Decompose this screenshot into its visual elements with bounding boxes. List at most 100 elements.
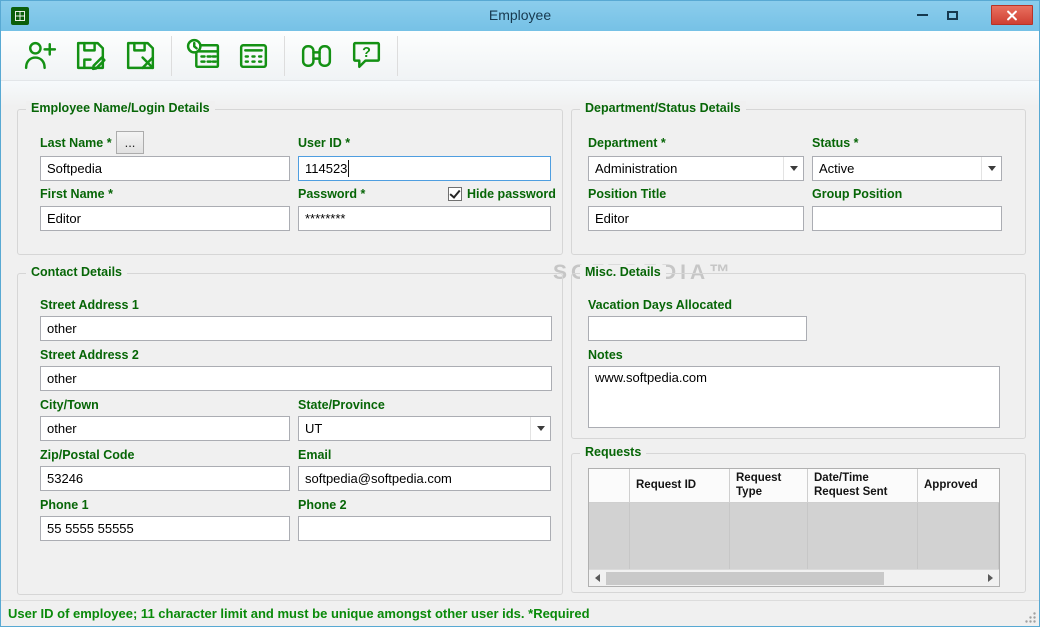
group-position-input[interactable] [812, 206, 1002, 231]
check-mark-icon [449, 187, 461, 199]
street2-label: Street Address 2 [40, 348, 139, 362]
col-header-row-selector [589, 469, 630, 503]
street1-input[interactable] [40, 316, 552, 341]
toolbar-separator [171, 35, 172, 76]
browse-button[interactable]: ... [116, 131, 144, 154]
password-input[interactable] [298, 206, 551, 231]
department-label: Department * [588, 136, 666, 150]
help-button[interactable]: ? [341, 33, 391, 79]
phone1-label: Phone 1 [40, 498, 89, 512]
phone2-input[interactable] [298, 516, 551, 541]
first-name-label: First Name * [40, 187, 113, 201]
group-requests: Requests Request ID Request Type Date/Ti… [571, 445, 1026, 593]
vacation-label: Vacation Days Allocated [588, 298, 733, 312]
position-title-label: Position Title [588, 187, 667, 201]
col-header-request-type[interactable]: Request Type [730, 469, 808, 503]
col-header-approved[interactable]: Approved [918, 469, 999, 503]
scrollbar-thumb[interactable] [606, 571, 884, 585]
triangle-left-icon [595, 574, 600, 582]
find-button[interactable] [291, 33, 341, 79]
group-contact-details: Contact Details Street Address 1 Street … [17, 265, 563, 595]
content-area: SOFTPEDIA™ Employee Name/Login Details L… [1, 81, 1039, 600]
triangle-right-icon [988, 574, 993, 582]
calendar-clock-icon [186, 38, 219, 69]
requests-h-scrollbar[interactable] [589, 569, 999, 586]
hide-password-checkbox[interactable]: Hide password [448, 187, 556, 201]
status-text: User ID of employee; 11 character limit … [8, 606, 590, 621]
maximize-icon [946, 10, 958, 20]
hide-password-label: Hide password [467, 187, 556, 201]
city-label: City/Town [40, 398, 99, 412]
city-input[interactable] [40, 416, 290, 441]
group-department-status: Department/Status Details Department * S… [571, 101, 1026, 255]
phone2-label: Phone 2 [298, 498, 347, 512]
table-empty-col [589, 503, 630, 569]
group-title: Employee Name/Login Details [26, 101, 215, 115]
zip-input[interactable] [40, 466, 290, 491]
titlebar: Employee [1, 1, 1039, 31]
street2-input[interactable] [40, 366, 552, 391]
last-name-input[interactable] [40, 156, 290, 181]
window-title: Employee [488, 7, 552, 23]
minimize-button[interactable] [907, 5, 937, 25]
group-title: Contact Details [26, 265, 127, 279]
notes-label: Notes [588, 348, 623, 362]
schedule-button[interactable] [178, 33, 228, 79]
position-title-input[interactable] [588, 206, 804, 231]
chevron-down-icon [981, 157, 1001, 180]
phone1-input[interactable] [40, 516, 290, 541]
first-name-input[interactable] [40, 206, 290, 231]
svg-text:?: ? [362, 45, 371, 61]
table-empty-col [730, 503, 808, 569]
zip-label: Zip/Postal Code [40, 448, 135, 462]
text-caret [348, 160, 349, 177]
user-id-label: User ID * [298, 136, 351, 150]
status-bar: User ID of employee; 11 character limit … [1, 600, 1039, 626]
save-delete-icon [126, 41, 154, 70]
calculator-button[interactable] [228, 33, 278, 79]
table-empty-col [630, 503, 730, 569]
status-selected-value: Active [819, 161, 855, 176]
user-id-input[interactable] [298, 156, 551, 181]
status-label: Status * [812, 136, 859, 150]
toolbar-separator [397, 35, 398, 76]
col-header-request-id[interactable]: Request ID [630, 469, 730, 503]
group-title: Misc. Details [580, 265, 666, 279]
street1-label: Street Address 1 [40, 298, 139, 312]
save-employee-button[interactable] [65, 33, 115, 79]
caption-buttons [907, 5, 1033, 25]
employee-window: Employee ? Employee Name/Login Details L… [0, 0, 1040, 627]
add-employee-button[interactable] [15, 33, 65, 79]
binoculars-icon [301, 45, 331, 68]
email-input[interactable] [298, 466, 551, 491]
close-button[interactable] [991, 5, 1033, 25]
delete-employee-button[interactable] [115, 33, 165, 79]
state-label: State/Province [298, 398, 385, 412]
checkbox-checked-icon [448, 187, 462, 201]
requests-table-body [589, 503, 999, 569]
password-label: Password * [298, 187, 366, 201]
table-empty-col [808, 503, 918, 569]
calculator-icon [239, 43, 267, 69]
col-header-date-time[interactable]: Date/Time Request Sent [808, 469, 918, 503]
resize-grip[interactable] [1024, 611, 1037, 624]
minimize-icon [916, 14, 928, 16]
state-select[interactable]: UT [298, 416, 551, 441]
email-label: Email [298, 448, 332, 462]
status-select[interactable]: Active [812, 156, 1002, 181]
save-edit-icon [76, 41, 106, 71]
requests-table: Request ID Request Type Date/Time Reques… [588, 468, 1000, 587]
scroll-left-arrow[interactable] [589, 570, 606, 587]
scroll-right-arrow[interactable] [982, 570, 999, 587]
vacation-input[interactable] [588, 316, 807, 341]
group-login-details: Employee Name/Login Details Last Name * … [17, 101, 563, 255]
department-select[interactable]: Administration [588, 156, 804, 181]
person-plus-icon [24, 41, 56, 70]
close-icon [1006, 9, 1019, 22]
group-title: Department/Status Details [580, 101, 746, 115]
help-bubble-icon: ? [352, 41, 380, 69]
toolbar-separator [284, 35, 285, 76]
maximize-button[interactable] [937, 5, 967, 25]
chevron-down-icon [783, 157, 803, 180]
notes-textarea[interactable]: www.softpedia.com [588, 366, 1000, 428]
